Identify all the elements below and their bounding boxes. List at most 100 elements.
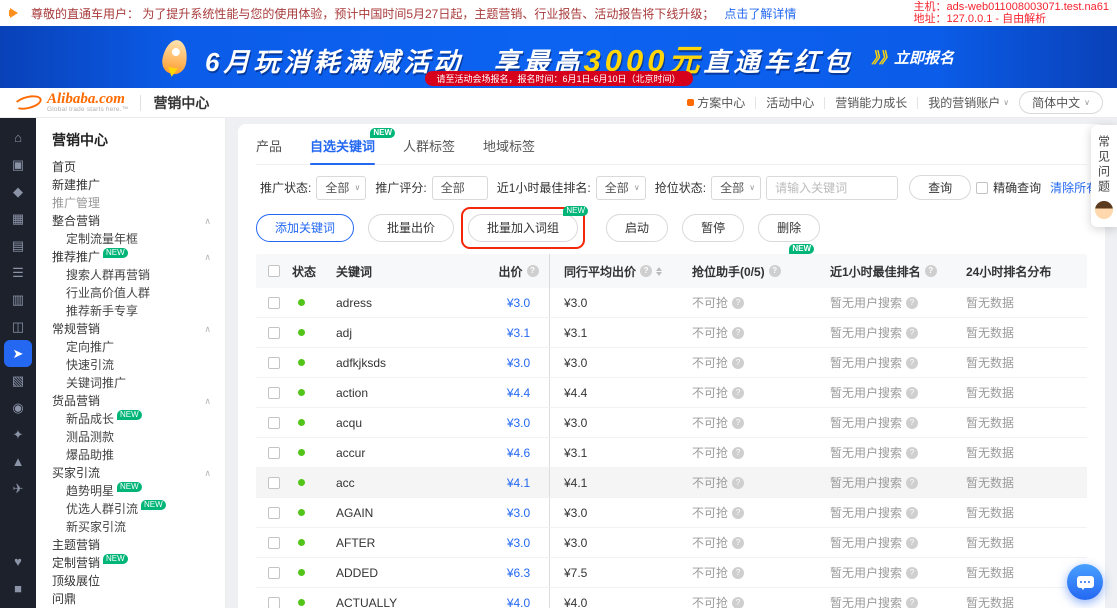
nav-item-keyword-promotion[interactable]: 关键词推广: [36, 374, 225, 392]
nav-item-selected-audience-traffic[interactable]: 优选人群引流NEW: [36, 500, 225, 518]
bid-value-link[interactable]: ¥3.0: [507, 356, 530, 370]
info-icon[interactable]: [640, 265, 652, 277]
tab-products[interactable]: 产品: [256, 136, 282, 155]
table-row[interactable]: acqu ¥3.0 ¥3.0 不可抢 暂无用户搜索 暂无数据: [256, 408, 1087, 438]
row-checkbox[interactable]: [268, 537, 280, 549]
row-checkbox[interactable]: [268, 387, 280, 399]
info-icon[interactable]: [906, 447, 918, 459]
bid-value-link[interactable]: ¥3.0: [507, 296, 530, 310]
nav-item-targeted-promotion[interactable]: 定向推广: [36, 338, 225, 356]
info-icon[interactable]: [732, 387, 744, 399]
faq-float-button[interactable]: 常见问题: [1091, 125, 1117, 227]
table-row[interactable]: AGAIN ¥3.0 ¥3.0 不可抢 暂无用户搜索 暂无数据: [256, 498, 1087, 528]
bank-icon[interactable]: ▲: [4, 448, 32, 475]
info-icon[interactable]: [925, 265, 937, 277]
table-row[interactable]: adj ¥3.1 ¥3.1 不可抢 暂无用户搜索 暂无数据: [256, 318, 1087, 348]
favorite-icon[interactable]: ♥: [4, 548, 32, 575]
nav-item-hot-product-boost[interactable]: 爆品助推: [36, 446, 225, 464]
row-checkbox[interactable]: [268, 417, 280, 429]
header-nav-growth[interactable]: 营销能力成长: [835, 94, 907, 111]
keyword-search-input[interactable]: [766, 176, 898, 200]
info-icon[interactable]: [732, 597, 744, 608]
info-icon[interactable]: [769, 265, 781, 277]
info-icon[interactable]: [906, 507, 918, 519]
info-icon[interactable]: [732, 537, 744, 549]
campaign-icon[interactable]: ➤: [4, 340, 32, 367]
header-nav-account[interactable]: 我的营销账户∨: [928, 94, 1009, 111]
bid-value-link[interactable]: ¥3.0: [507, 506, 530, 520]
nav-item-quick-traffic[interactable]: 快速引流: [36, 356, 225, 374]
info-icon[interactable]: [906, 297, 918, 309]
shield-icon[interactable]: ◆: [4, 178, 32, 205]
package-icon[interactable]: ■: [4, 575, 32, 602]
status-filter-select[interactable]: 全部: [316, 176, 366, 200]
menu-icon[interactable]: ☰: [4, 259, 32, 286]
row-checkbox[interactable]: [268, 357, 280, 369]
row-checkbox[interactable]: [268, 507, 280, 519]
banner-signup-link[interactable]: 》》立即报名: [871, 47, 954, 68]
row-checkbox[interactable]: [268, 477, 280, 489]
bid-value-link[interactable]: ¥4.1: [507, 476, 530, 490]
info-icon[interactable]: [732, 447, 744, 459]
bid-value-link[interactable]: ¥4.6: [507, 446, 530, 460]
grab-filter-select[interactable]: 全部: [711, 176, 761, 200]
table-row[interactable]: adress ¥3.0 ¥3.0 不可抢 暂无用户搜索 暂无数据: [256, 288, 1087, 318]
nav-item-home[interactable]: 首页: [36, 158, 225, 176]
info-icon[interactable]: [906, 597, 918, 608]
score-filter-input[interactable]: 全部: [432, 176, 488, 200]
table-row[interactable]: AFTER ¥3.0 ¥3.0 不可抢 暂无用户搜索 暂无数据: [256, 528, 1087, 558]
header-nav-plan-center[interactable]: 方案中心: [687, 94, 745, 111]
info-icon[interactable]: [732, 477, 744, 489]
campaign-banner[interactable]: 6月玩消耗满减活动 享最高3000元直通车红包 》》立即报名 请至活动会场报名，…: [0, 26, 1117, 88]
info-icon[interactable]: [527, 265, 539, 277]
info-icon[interactable]: [732, 327, 744, 339]
bid-value-link[interactable]: ¥4.4: [507, 386, 530, 400]
nav-item-custom-traffic[interactable]: 定制流量年框: [36, 230, 225, 248]
nav-item-search-retargeting[interactable]: 搜索人群再营销: [36, 266, 225, 284]
nav-item-trend-star[interactable]: 趋势明星NEW: [36, 482, 225, 500]
report-icon[interactable]: ▧: [4, 367, 32, 394]
batch-add-to-group-button[interactable]: 批量加入词组: [468, 214, 578, 242]
row-checkbox[interactable]: [268, 327, 280, 339]
pause-button[interactable]: 暂停: [682, 214, 744, 242]
tools-icon[interactable]: ✦: [4, 421, 32, 448]
row-checkbox[interactable]: [268, 447, 280, 459]
chat-float-button[interactable]: [1067, 564, 1103, 600]
row-checkbox[interactable]: [268, 597, 280, 608]
nav-item-wending[interactable]: 问鼎: [36, 590, 225, 608]
sort-icon[interactable]: [656, 264, 662, 279]
bid-value-link[interactable]: ¥3.0: [507, 536, 530, 550]
nav-item-theme-marketing[interactable]: 主题营销: [36, 536, 225, 554]
info-icon[interactable]: [906, 477, 918, 489]
table-row[interactable]: adfkjksds ¥3.0 ¥3.0 不可抢 暂无用户搜索 暂无数据: [256, 348, 1087, 378]
batch-bid-button[interactable]: 批量出价: [368, 214, 454, 242]
nav-group-recommend-promotion[interactable]: 推荐推广NEW∧: [36, 248, 225, 266]
notice-detail-link[interactable]: 点击了解详情: [724, 5, 796, 22]
info-icon[interactable]: [906, 417, 918, 429]
alibaba-logo[interactable]: Alibaba.com Global trade starts here.™: [14, 92, 128, 113]
globe-icon[interactable]: ◉: [4, 394, 32, 421]
nav-item-industry-audience[interactable]: 行业高价值人群: [36, 284, 225, 302]
query-button[interactable]: 查询: [909, 175, 971, 200]
table-row[interactable]: ADDED ¥6.3 ¥7.5 不可抢 暂无用户搜索 暂无数据: [256, 558, 1087, 588]
nav-item-custom-marketing[interactable]: 定制营销NEW: [36, 554, 225, 572]
table-row[interactable]: action ¥4.4 ¥4.4 不可抢 暂无用户搜索 暂无数据: [256, 378, 1087, 408]
tab-region-tags[interactable]: 地域标签: [483, 136, 535, 155]
home-icon[interactable]: ⌂: [4, 124, 32, 151]
bid-value-link[interactable]: ¥3.0: [507, 416, 530, 430]
info-icon[interactable]: [906, 567, 918, 579]
rank-filter-select[interactable]: 全部: [596, 176, 646, 200]
info-icon[interactable]: [732, 567, 744, 579]
language-selector[interactable]: 简体中文∨: [1019, 91, 1103, 114]
nav-item-newbie-exclusive[interactable]: 推荐新手专享: [36, 302, 225, 320]
delete-button[interactable]: 删除: [758, 214, 820, 242]
nav-item-new-campaign[interactable]: 新建推广: [36, 176, 225, 194]
exact-match-checkbox[interactable]: [976, 182, 988, 194]
table-row[interactable]: ACTUALLY ¥4.0 ¥4.0 不可抢 暂无用户搜索 暂无数据: [256, 588, 1087, 608]
nav-group-integrated-marketing[interactable]: 整合营销∧: [36, 212, 225, 230]
nav-item-top-showcase[interactable]: 顶级展位: [36, 572, 225, 590]
bid-value-link[interactable]: ¥4.0: [507, 596, 530, 608]
row-checkbox[interactable]: [268, 297, 280, 309]
calendar-icon[interactable]: ▤: [4, 232, 32, 259]
bid-value-link[interactable]: ¥6.3: [507, 566, 530, 580]
